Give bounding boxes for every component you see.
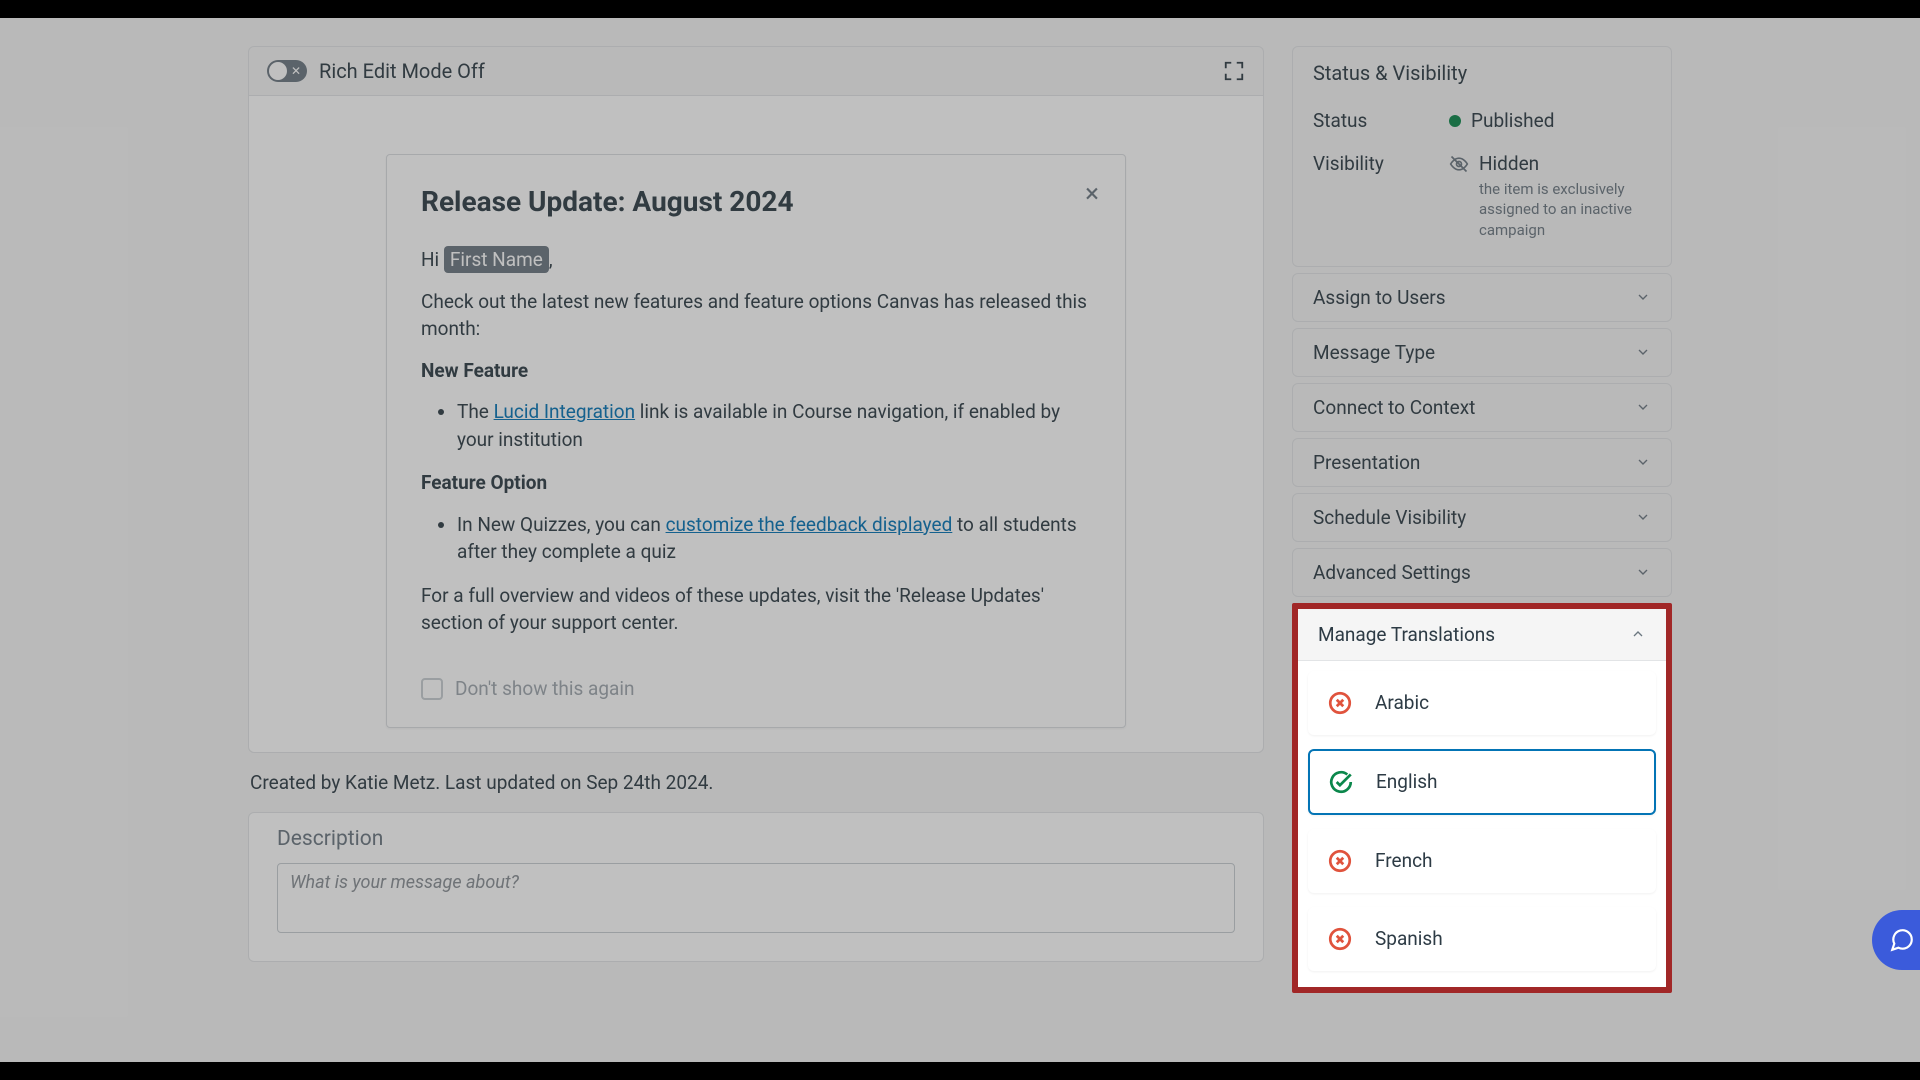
close-icon[interactable]: ×: [1085, 181, 1099, 207]
translation-item-english[interactable]: English: [1308, 749, 1656, 815]
b1-pre: The: [457, 400, 494, 423]
status-row: Status Published: [1313, 99, 1651, 142]
eye-off-icon: [1449, 154, 1469, 174]
lucid-integration-link[interactable]: Lucid Integration: [494, 400, 635, 423]
dont-show-label: Don't show this again: [455, 675, 634, 703]
status-visibility-header: Status & Visibility: [1293, 47, 1671, 99]
status-dot-icon: [1449, 115, 1461, 127]
accordion-label: Message Type: [1313, 341, 1435, 364]
x-circle-icon: [1327, 690, 1353, 716]
greeting-post: ,: [549, 248, 553, 271]
expand-icon[interactable]: [1223, 60, 1245, 82]
outro-text: For a full overview and videos of these …: [421, 582, 1091, 637]
accordion-label: Schedule Visibility: [1313, 506, 1466, 529]
greeting-pre: Hi: [421, 248, 444, 271]
translation-label: Spanish: [1375, 927, 1443, 950]
chat-icon: [1889, 927, 1915, 953]
description-label: Description: [277, 827, 1235, 851]
side-column: Status & Visibility Status Published Vis…: [1292, 46, 1672, 1062]
card-body: Hi First Name, Check out the latest new …: [421, 246, 1091, 703]
description-placeholder: What is your message about?: [290, 872, 519, 893]
accordion-label: Presentation: [1313, 451, 1420, 474]
x-circle-icon: [1327, 926, 1353, 952]
intro-text: Check out the latest new features and fe…: [421, 288, 1091, 343]
visibility-value: Hidden: [1479, 152, 1651, 175]
editor-canvas: × Release Update: August 2024 Hi First N…: [249, 95, 1263, 752]
bullet-quizzes: In New Quizzes, you can customize the fe…: [457, 511, 1091, 566]
card-title: Release Update: August 2024: [421, 185, 1091, 218]
status-label: Status: [1313, 109, 1433, 132]
section-feature-option: Feature Option: [421, 471, 547, 494]
merge-field-first-name[interactable]: First Name: [444, 246, 549, 273]
toggle-off-icon: ✕: [291, 65, 301, 77]
chevron-down-icon: [1635, 454, 1651, 470]
chevron-down-icon: [1635, 344, 1651, 360]
check-circle-icon: [1328, 769, 1354, 795]
description-panel: Description What is your message about?: [248, 812, 1264, 962]
accordion-presentation[interactable]: Presentation: [1292, 438, 1672, 487]
visibility-sub: the item is exclusively assigned to an i…: [1479, 179, 1651, 240]
translations-list: Arabic English French Spanish: [1298, 661, 1666, 987]
bullet-lucid: The Lucid Integration link is available …: [457, 398, 1091, 453]
translations-header[interactable]: Manage Translations: [1298, 609, 1666, 661]
accordion-label: Advanced Settings: [1313, 561, 1471, 584]
translation-label: French: [1375, 849, 1433, 872]
editor-panel: ✕ Rich Edit Mode Off × Release Update: A…: [248, 46, 1264, 753]
translations-header-label: Manage Translations: [1318, 623, 1495, 646]
meta-line: Created by Katie Metz. Last updated on S…: [248, 771, 1264, 794]
editor-toolbar: ✕ Rich Edit Mode Off: [249, 47, 1263, 95]
b2-pre: In New Quizzes, you can: [457, 513, 666, 536]
rich-edit-label: Rich Edit Mode Off: [319, 59, 485, 83]
dont-show-checkbox[interactable]: [421, 678, 443, 700]
visibility-row: Visibility Hidden the item is exclusivel…: [1313, 142, 1651, 250]
accordion-assign-to-users[interactable]: Assign to Users: [1292, 273, 1672, 322]
translation-item-french[interactable]: French: [1308, 829, 1656, 893]
dont-show-row: Don't show this again: [421, 675, 1091, 703]
chevron-down-icon: [1635, 289, 1651, 305]
status-visibility-panel: Status & Visibility Status Published Vis…: [1292, 46, 1672, 267]
visibility-label: Visibility: [1313, 152, 1433, 175]
greeting-line: Hi First Name,: [421, 246, 1091, 274]
accordion-connect-to-context[interactable]: Connect to Context: [1292, 383, 1672, 432]
accordion-label: Connect to Context: [1313, 396, 1475, 419]
customize-feedback-link[interactable]: customize the feedback displayed: [666, 513, 953, 536]
chevron-down-icon: [1635, 564, 1651, 580]
page-root: ✕ Rich Edit Mode Off × Release Update: A…: [0, 18, 1920, 1062]
accordion-message-type[interactable]: Message Type: [1292, 328, 1672, 377]
chevron-down-icon: [1635, 399, 1651, 415]
translation-label: English: [1376, 770, 1437, 793]
message-card: × Release Update: August 2024 Hi First N…: [386, 154, 1126, 728]
translation-item-spanish[interactable]: Spanish: [1308, 907, 1656, 971]
accordion-schedule-visibility[interactable]: Schedule Visibility: [1292, 493, 1672, 542]
accordion-label: Assign to Users: [1313, 286, 1446, 309]
chevron-up-icon: [1630, 626, 1646, 642]
x-circle-icon: [1327, 848, 1353, 874]
status-value: Published: [1471, 109, 1554, 132]
chevron-down-icon: [1635, 509, 1651, 525]
manage-translations-panel: Manage Translations Arabic English French S…: [1292, 603, 1672, 993]
rich-edit-toggle[interactable]: ✕: [267, 60, 307, 82]
accordion-advanced-settings[interactable]: Advanced Settings: [1292, 548, 1672, 597]
description-input[interactable]: What is your message about?: [277, 863, 1235, 933]
translation-item-arabic[interactable]: Arabic: [1308, 671, 1656, 735]
main-column: ✕ Rich Edit Mode Off × Release Update: A…: [248, 46, 1264, 1062]
translation-label: Arabic: [1375, 691, 1429, 714]
section-new-feature: New Feature: [421, 359, 528, 382]
